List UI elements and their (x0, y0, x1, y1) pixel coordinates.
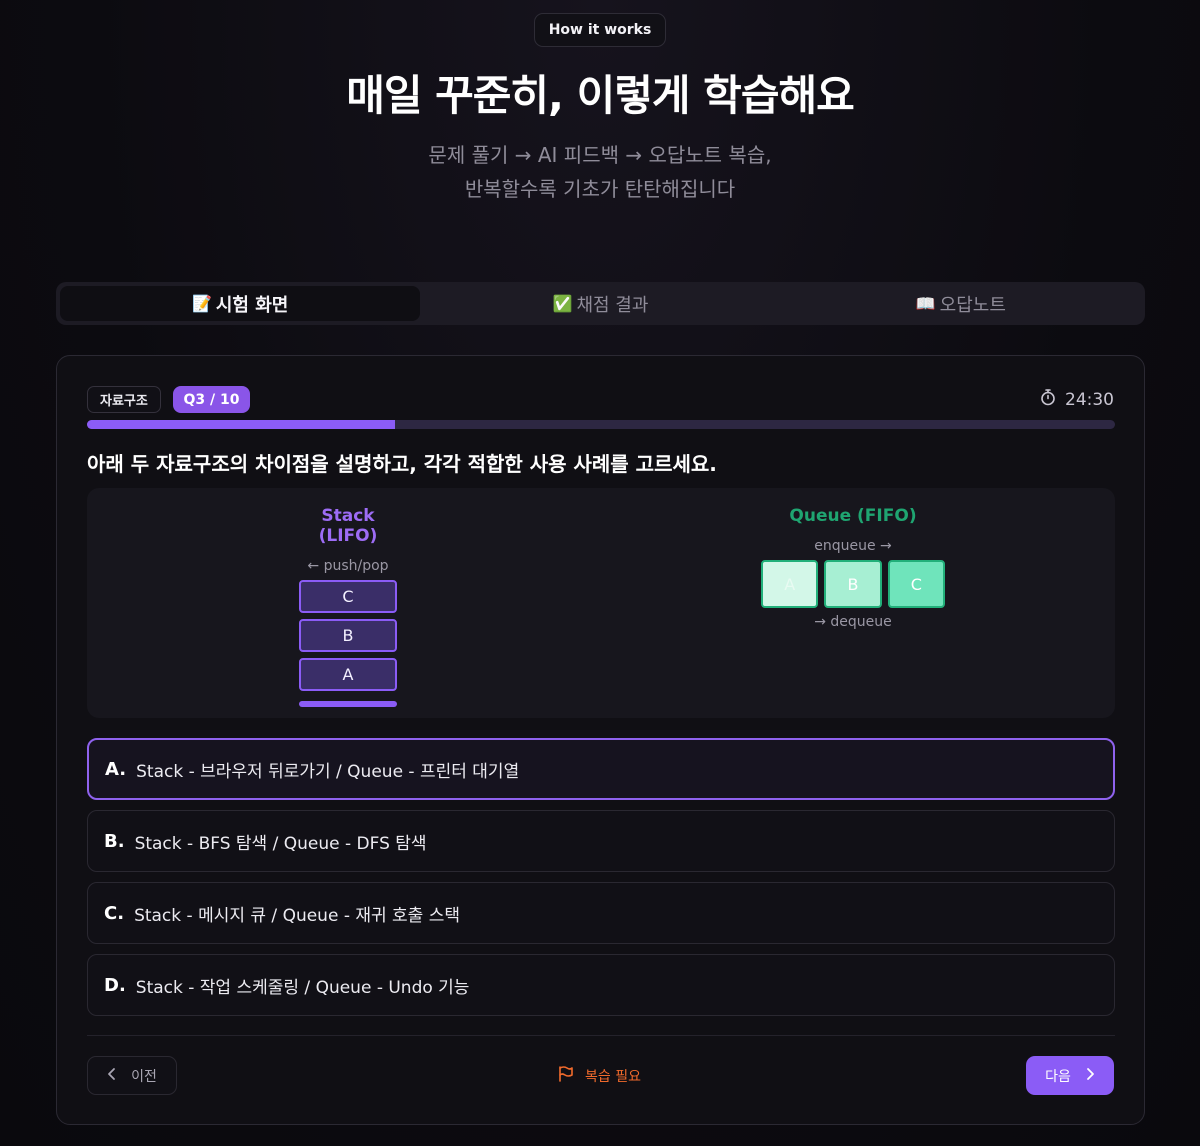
option-text: Stack - 메시지 큐 / Queue - 재귀 호출 스택 (134, 905, 461, 926)
progress-bar (87, 420, 1115, 429)
page-title: 매일 꾸준히, 이렇게 학습해요 (346, 71, 855, 120)
next-label: 다음 (1045, 1068, 1071, 1085)
flag-icon (557, 1065, 575, 1087)
progress-fill (87, 420, 396, 429)
queue-enqueue-hint: enqueue → (814, 538, 892, 554)
queue-row: A B C (761, 560, 945, 608)
review-label: 복습 필요 (585, 1069, 641, 1085)
chevron-left-icon (107, 1067, 117, 1085)
queue-dequeue-hint: → dequeue (814, 614, 892, 630)
tab-wrong-answer-note[interactable]: 📖 오답노트 (781, 286, 1141, 321)
queue-item: A (761, 560, 819, 608)
stack-title: Stack (LIFO) (318, 506, 378, 546)
next-button[interactable]: 다음 (1026, 1056, 1114, 1095)
option-c[interactable]: C. Stack - 메시지 큐 / Queue - 재귀 호출 스택 (87, 882, 1115, 944)
stack-base (299, 701, 397, 707)
option-text: Stack - 브라우저 뒤로가기 / Queue - 프린터 대기열 (136, 761, 520, 782)
timer: 24:30 (1039, 388, 1114, 411)
option-letter: B. (104, 830, 125, 852)
question-counter-badge: Q3 / 10 (173, 386, 250, 413)
option-letter: C. (104, 902, 125, 924)
diagram-panel: Stack (LIFO) ← push/pop C B A Queue (FIF… (87, 488, 1115, 718)
book-icon: 📖 (915, 294, 936, 313)
tab-bar: 📝 시험 화면 ✅ 채점 결과 📖 오답노트 (56, 282, 1145, 325)
subtitle-line-2: 반복할수록 기초가 탄탄해집니다 (464, 177, 736, 201)
queue-item: C (887, 560, 945, 608)
queue-item: B (824, 560, 882, 608)
option-b[interactable]: B. Stack - BFS 탐색 / Queue - DFS 탐색 (87, 810, 1115, 872)
tab-label: 시험 화면 (215, 294, 289, 316)
prev-button[interactable]: 이전 (87, 1056, 177, 1095)
option-d[interactable]: D. Stack - 작업 스케줄링 / Queue - Undo 기능 (87, 954, 1115, 1016)
answer-options: A. Stack - 브라우저 뒤로가기 / Queue - 프린터 대기열 B… (87, 738, 1115, 1026)
stack-diagram: Stack (LIFO) ← push/pop C B A (299, 506, 397, 707)
tab-label: 채점 결과 (576, 294, 649, 316)
tab-label: 오답노트 (939, 294, 1006, 316)
option-letter: A. (105, 758, 127, 780)
page-subtitle: 문제 풀기 → AI 피드백 → 오답노트 복습, 반복할수록 기초가 탄탄해집… (0, 138, 1200, 206)
memo-icon: 📝 (191, 294, 212, 313)
chevron-right-icon (1085, 1067, 1095, 1085)
stack-hint: ← push/pop (307, 558, 389, 574)
question-text: 아래 두 자료구조의 차이점을 설명하고, 각각 적합한 사용 사례를 고르세요… (87, 452, 717, 476)
tab-grading-result[interactable]: ✅ 채점 결과 (420, 286, 780, 321)
divider (87, 1035, 1115, 1036)
category-chip: 자료구조 (87, 386, 161, 413)
review-needed-button[interactable]: 복습 필요 (557, 1065, 641, 1087)
check-mark-icon: ✅ (552, 294, 573, 313)
prev-label: 이전 (131, 1068, 157, 1085)
option-a[interactable]: A. Stack - 브라우저 뒤로가기 / Queue - 프린터 대기열 (87, 738, 1115, 800)
how-it-works-badge: How it works (534, 13, 666, 47)
option-text: Stack - BFS 탐색 / Queue - DFS 탐색 (134, 833, 427, 854)
subtitle-line-1: 문제 풀기 → AI 피드백 → 오답노트 복습, (428, 143, 772, 167)
option-text: Stack - 작업 스케줄링 / Queue - Undo 기능 (135, 977, 470, 998)
option-letter: D. (104, 974, 126, 996)
stopwatch-icon (1039, 388, 1057, 411)
stack-item: C (299, 580, 397, 613)
quiz-card: 자료구조 Q3 / 10 24:30 아래 두 자료구조의 차이점을 설명하고,… (56, 355, 1145, 1125)
queue-diagram: Queue (FIFO) enqueue → A B C → dequeue (761, 506, 945, 630)
stack-item: B (299, 619, 397, 652)
timer-value: 24:30 (1065, 389, 1114, 410)
stack-item: A (299, 658, 397, 691)
tab-exam-screen[interactable]: 📝 시험 화면 (60, 286, 421, 321)
queue-title: Queue (FIFO) (789, 506, 917, 526)
